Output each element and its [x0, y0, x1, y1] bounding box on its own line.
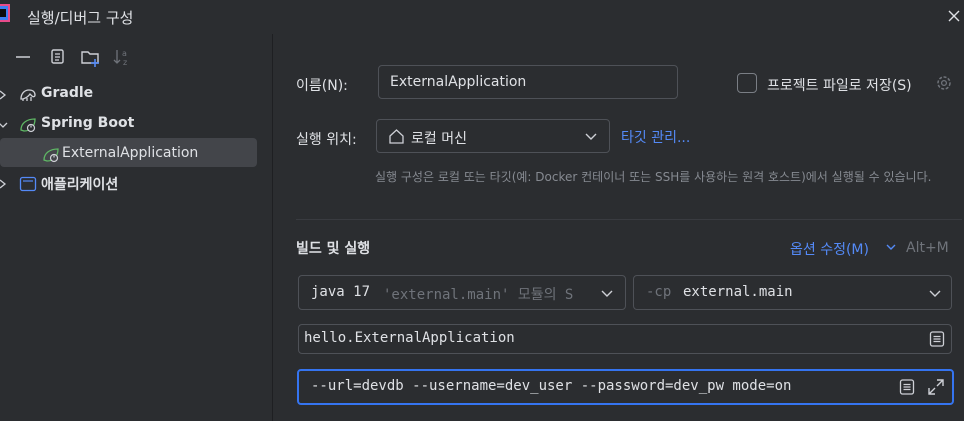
classpath-module: external.main — [683, 284, 793, 300]
divider — [296, 219, 962, 220]
svg-text:a: a — [122, 49, 127, 58]
title-bar: 실행/디버그 구성 — [0, 0, 964, 34]
expand-icon[interactable] — [926, 377, 946, 397]
chevron-down-icon — [929, 290, 941, 297]
name-input[interactable]: ExternalApplication — [378, 65, 678, 99]
modify-options-shortcut: Alt+M — [906, 240, 949, 256]
chevron-down-icon — [585, 133, 597, 140]
application-icon — [19, 176, 37, 192]
spring-boot-icon — [20, 118, 36, 133]
browse-icon[interactable] — [928, 330, 946, 348]
jre-module: 'external.main' 모듈의 S — [383, 287, 574, 303]
run-on-hint: 실행 구성은 로컬 또는 타깃(예: Docker 컨테이너 또는 SSH를 사… — [375, 170, 932, 184]
chevron-down-icon[interactable] — [0, 119, 8, 131]
section-title: 빌드 및 실행 — [296, 241, 371, 257]
store-as-project-file-checkbox[interactable] — [737, 73, 757, 93]
chevron-right-icon[interactable] — [0, 89, 8, 101]
close-icon[interactable] — [944, 6, 964, 26]
tree-item-spring-boot[interactable]: Spring Boot — [0, 111, 273, 139]
gear-icon[interactable] — [934, 73, 954, 93]
chevron-down-icon — [601, 290, 613, 297]
main-class-value: hello.ExternalApplication — [304, 330, 515, 346]
gradle-icon — [20, 89, 36, 101]
new-folder-icon[interactable] — [80, 46, 102, 68]
sort-az-icon[interactable]: a z — [112, 46, 134, 68]
tree-item-application[interactable]: 애플리케이션 — [0, 170, 273, 198]
classpath-flag: -cp — [646, 284, 672, 300]
manage-targets-link[interactable]: 타깃 관리... — [621, 127, 690, 147]
chevron-right-icon[interactable] — [0, 178, 8, 190]
config-tree-panel: a z Gradle Spring Boot ExternalApplicati… — [0, 34, 273, 421]
tree-item-label: ExternalApplication — [62, 145, 199, 161]
run-on-label: 실행 위치: — [296, 132, 357, 148]
copy-icon[interactable] — [46, 46, 68, 68]
name-value: ExternalApplication — [390, 74, 527, 90]
window-title: 실행/디버그 구성 — [27, 9, 134, 27]
classpath-select[interactable]: -cp external.main — [633, 275, 952, 310]
tree-item-label: 애플리케이션 — [41, 177, 119, 193]
tree-item-label: Spring Boot — [41, 115, 135, 131]
app-logo-icon — [0, 4, 10, 22]
svg-text:z: z — [123, 58, 127, 67]
browse-icon[interactable] — [898, 378, 916, 396]
home-icon — [389, 129, 404, 144]
tree-item-gradle[interactable]: Gradle — [0, 81, 273, 109]
modify-options-link[interactable]: 옵션 수정(M) — [790, 239, 869, 259]
jre-select[interactable]: java 17 'external.main' 모듈의 S — [298, 275, 626, 310]
main-class-input[interactable]: hello.ExternalApplication — [298, 324, 952, 354]
config-form-panel: 이름(N): ExternalApplication 프로젝트 파일로 저장(S… — [274, 34, 964, 421]
chevron-down-icon[interactable] — [886, 243, 896, 251]
tree-item-external-application[interactable]: ExternalApplication — [0, 141, 273, 169]
name-label: 이름(N): — [296, 78, 348, 94]
store-as-project-file-label: 프로젝트 파일로 저장(S) — [767, 78, 912, 94]
jre-version: java 17 — [311, 284, 371, 300]
tree-item-label: Gradle — [41, 85, 94, 101]
minus-icon[interactable] — [12, 46, 34, 68]
spring-boot-icon — [43, 148, 59, 163]
program-arguments-value: --url=devdb --username=dev_user --passwo… — [311, 378, 792, 394]
run-on-select[interactable]: 로컬 머신 — [376, 119, 610, 153]
run-on-value: 로컬 머신 — [411, 131, 467, 147]
program-arguments-input[interactable]: --url=devdb --username=dev_user --passwo… — [297, 369, 954, 405]
